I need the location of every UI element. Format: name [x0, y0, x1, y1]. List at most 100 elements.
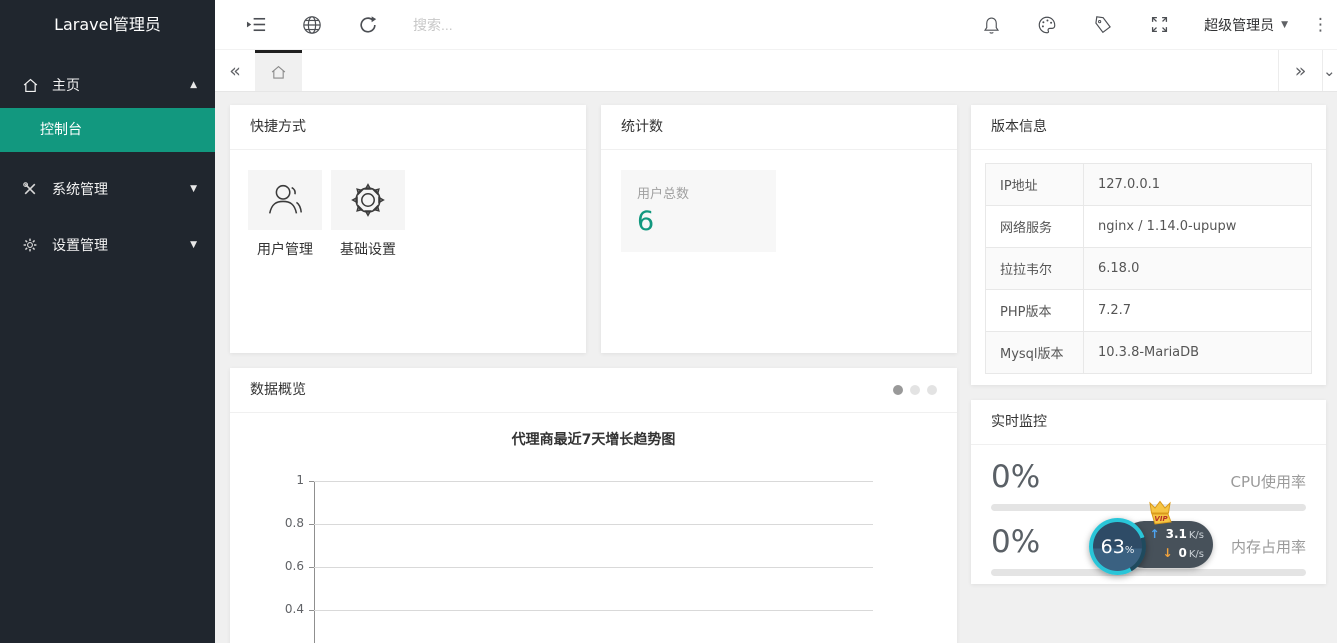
version-key: IP地址 [986, 164, 1084, 206]
sidebar-item-settings[interactable]: 设置管理 ▼ [0, 222, 215, 268]
home-icon [270, 64, 287, 81]
shortcut-basic-settings[interactable]: 基础设置 [331, 170, 405, 259]
tab-home[interactable] [255, 50, 302, 91]
content: 快捷方式 用户管理 [215, 92, 1337, 643]
tools-icon [22, 181, 39, 198]
sidebar-fold-button[interactable] [245, 14, 267, 36]
chart-gridline: 0.4 [314, 610, 873, 611]
bell-icon [982, 15, 1001, 35]
content-left-column: 快捷方式 用户管理 [230, 105, 957, 643]
carousel-dot[interactable] [910, 385, 920, 395]
globe-icon [302, 15, 322, 35]
chart-y-axis [314, 481, 315, 643]
version-value: 6.18.0 [1084, 248, 1312, 290]
version-key: Mysql版本 [986, 332, 1084, 374]
sidebar-fold-icon [246, 14, 267, 35]
topbar-right: 超级管理员 ▼ ⋮ [946, 14, 1331, 36]
gear-icon [347, 179, 389, 221]
vip-label: VIP [1154, 515, 1168, 523]
gear-icon [22, 237, 39, 254]
y-tick-label: 0.8 [272, 516, 304, 530]
stat-value: 6 [637, 206, 760, 237]
sidebar-item-system[interactable]: 系统管理 ▼ [0, 166, 215, 212]
ball-percent-value: 63 [1101, 536, 1125, 558]
topbar: 超级管理员 ▼ ⋮ [215, 0, 1337, 50]
version-value: 127.0.0.1 [1084, 164, 1312, 206]
user-dropdown[interactable]: 超级管理员 ▼ [1204, 15, 1288, 35]
version-key: 网络服务 [986, 206, 1084, 248]
sidebar-item-label: 主页 [52, 75, 190, 95]
y-tick-label: 1 [272, 473, 304, 487]
home-icon [22, 77, 39, 94]
card-title: 版本信息 [991, 105, 1306, 150]
tabbar: « » ⌄ [215, 50, 1337, 92]
table-row: 拉拉韦尔6.18.0 [986, 248, 1312, 290]
line-chart: 1 0.8 0.6 0.4 [314, 481, 873, 643]
shortcut-user-management[interactable]: 用户管理 [248, 170, 322, 259]
tab-options-button[interactable]: ⌄ [1322, 50, 1337, 91]
app-root: Laravel管理员 主页 ▲ 控制台 系统管理 ▼ [0, 0, 1337, 643]
card-realtime-monitor: 实时监控 0% CPU使用率 0% 内存占用率 [971, 400, 1326, 584]
sidebar-menu: 主页 ▲ 控制台 系统管理 ▼ 设置管理 ▼ [0, 62, 215, 268]
card-title: 统计数 [621, 105, 937, 150]
download-arrow-icon: ↓ [1162, 545, 1172, 561]
chart-title: 代理商最近7天增长趋势图 [230, 429, 957, 449]
sidebar-item-console[interactable]: 控制台 [0, 108, 215, 152]
tab-spacer [302, 50, 1278, 91]
main-area: 超级管理员 ▼ ⋮ « » ⌄ 快捷方式 [215, 0, 1337, 643]
table-row: 网络服务nginx / 1.14.0-upupw [986, 206, 1312, 248]
shortcut-tile[interactable] [331, 170, 405, 230]
carousel-dot[interactable] [927, 385, 937, 395]
sidebar: Laravel管理员 主页 ▲ 控制台 系统管理 ▼ [0, 0, 215, 643]
caret-down-icon: ▼ [190, 184, 197, 194]
card-title: 快捷方式 [250, 105, 566, 150]
tag-button[interactable] [1092, 14, 1114, 36]
version-table: IP地址127.0.0.1 网络服务nginx / 1.14.0-upupw 拉… [985, 163, 1312, 374]
more-vertical-button[interactable]: ⋮ [1312, 15, 1329, 35]
card-shortcuts: 快捷方式 用户管理 [230, 105, 586, 353]
version-value: 7.2.7 [1084, 290, 1312, 332]
y-tick-label: 0.4 [272, 602, 304, 616]
search-input[interactable] [413, 17, 603, 33]
chart-gridline: 1 [314, 481, 873, 482]
carousel-dot[interactable] [893, 385, 903, 395]
table-row: IP地址127.0.0.1 [986, 164, 1312, 206]
upload-speed-row: ↑ 3.1 K/s [1155, 526, 1204, 544]
card-title: 实时监控 [991, 400, 1306, 445]
sidebar-item-label: 设置管理 [52, 235, 190, 255]
chart-gridline: 0.8 [314, 524, 873, 525]
shortcut-tile[interactable] [248, 170, 322, 230]
memory-usage-value: 0% [991, 524, 1040, 560]
memory-usage-label: 内存占用率 [1231, 536, 1306, 557]
tabs-scroll-left-button[interactable]: « [215, 50, 255, 91]
card-version-info: 版本信息 IP地址127.0.0.1 网络服务nginx / 1.14.0-up… [971, 105, 1326, 385]
card-stats: 统计数 用户总数 6 [601, 105, 957, 353]
tag-icon [1093, 15, 1113, 35]
vip-crown-icon: VIP [1145, 500, 1175, 527]
language-button[interactable] [301, 14, 323, 36]
caret-down-icon: ▼ [1281, 20, 1288, 30]
memory-ball-button[interactable]: 63% [1089, 518, 1146, 575]
refresh-button[interactable] [357, 14, 379, 36]
fullscreen-button[interactable] [1148, 14, 1170, 36]
version-key: PHP版本 [986, 290, 1084, 332]
shortcut-label: 用户管理 [248, 239, 322, 259]
y-tick-label: 0.6 [272, 559, 304, 573]
tabs-scroll-right-button[interactable]: » [1278, 50, 1322, 91]
ball-percent-sign: % [1125, 545, 1135, 556]
upload-speed-value: 3.1 [1166, 526, 1187, 542]
shortcut-label: 基础设置 [331, 239, 405, 259]
fullscreen-icon [1150, 15, 1169, 34]
caret-down-icon: ▼ [190, 240, 197, 250]
user-name: 超级管理员 [1204, 15, 1274, 35]
card-title: 数据概览 [250, 368, 893, 413]
sidebar-item-home[interactable]: 主页 ▲ [0, 62, 215, 108]
app-logo[interactable]: Laravel管理员 [0, 0, 215, 50]
card-data-overview: 数据概览 代理商最近7天增长趋势图 1 0.8 0 [230, 368, 957, 643]
speed-ball-overlay: ↑ 3.1 K/s ↓ 0 K/s [1081, 500, 1211, 580]
user-icon [264, 179, 306, 221]
theme-button[interactable] [1036, 14, 1058, 36]
memory-ball-face: 63% [1093, 522, 1142, 571]
notifications-button[interactable] [980, 14, 1002, 36]
version-value: nginx / 1.14.0-upupw [1084, 206, 1312, 248]
